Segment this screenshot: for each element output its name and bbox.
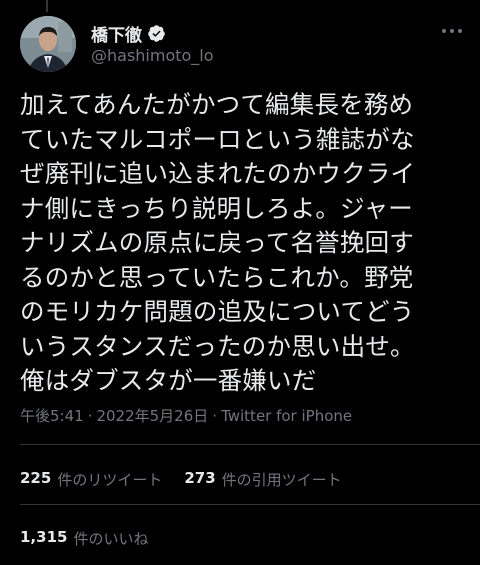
quote-tweets-stat[interactable]: 273 件の引用ツイート bbox=[184, 469, 341, 490]
tweet-text-line: るのかと思っていたらこれか。野党 bbox=[20, 262, 414, 292]
avatar[interactable] bbox=[20, 16, 76, 72]
display-name[interactable]: 橋下徹 bbox=[91, 21, 142, 46]
user-handle[interactable]: @hashimoto_lo bbox=[91, 46, 214, 65]
verified-badge-icon bbox=[148, 25, 165, 42]
meta-separator: · bbox=[212, 407, 218, 425]
tweet-date[interactable]: 2022年5月26日 bbox=[96, 407, 208, 425]
retweets-count: 225 bbox=[20, 469, 52, 487]
tweet-time[interactable]: 午後5:41 bbox=[20, 407, 84, 425]
divider bbox=[20, 444, 480, 445]
retweets-label: 件のリツイート bbox=[57, 471, 163, 489]
tweet-text-line: ていたマルコポーロという雑誌がな bbox=[20, 124, 415, 154]
meta-separator: · bbox=[87, 407, 93, 425]
likes-count: 1,315 bbox=[20, 528, 68, 546]
tweet-text-line: のモリカケ問題の追及についてどう bbox=[20, 297, 415, 326]
name-row: 橋下徹 bbox=[91, 21, 166, 46]
tweet-header: 橋下徹 @hashimoto_lo bbox=[20, 16, 464, 76]
divider bbox=[20, 504, 480, 505]
tweet-text-line: 加えてあんたがかつて編集長を務め bbox=[20, 90, 414, 119]
tweet-metadata: 午後5:41 · 2022年5月26日 · Twitter for iPhone bbox=[20, 405, 352, 426]
tweet-text-line: 俺はダブスタが一番嫌いだ bbox=[20, 366, 317, 395]
more-options-icon[interactable] bbox=[440, 24, 464, 38]
tweet-text-line: ナ側にきっちり説明しろよ。ジャー bbox=[20, 193, 413, 223]
tweet-text-line: ぜ廃刊に追い込まれたのかウクライ bbox=[20, 159, 416, 188]
tweet-source[interactable]: Twitter for iPhone bbox=[221, 407, 352, 425]
likes-stat[interactable]: 1,315 件のいいね bbox=[20, 528, 148, 549]
engagement-stats: 225 件のリツイート 273 件の引用ツイート bbox=[20, 469, 342, 490]
tweet-text-line: ナリズムの原点に戻って名誉挽回す bbox=[20, 228, 414, 257]
quote-tweets-label: 件の引用ツイート bbox=[221, 471, 342, 489]
tweet-text-line: いうスタンスだったのか思い出せ。 bbox=[20, 331, 415, 361]
retweets-stat[interactable]: 225 件のリツイート bbox=[20, 469, 162, 490]
likes-label: 件のいいね bbox=[73, 530, 149, 548]
thread-connector-line bbox=[46, 0, 48, 12]
avatar-image bbox=[20, 16, 76, 72]
tweet-text: 加えてあんたがかつて編集長を務め ていたマルコポーロという雑誌がな ぜ廃刊に追い… bbox=[20, 88, 465, 399]
quote-tweets-count: 273 bbox=[184, 469, 216, 487]
